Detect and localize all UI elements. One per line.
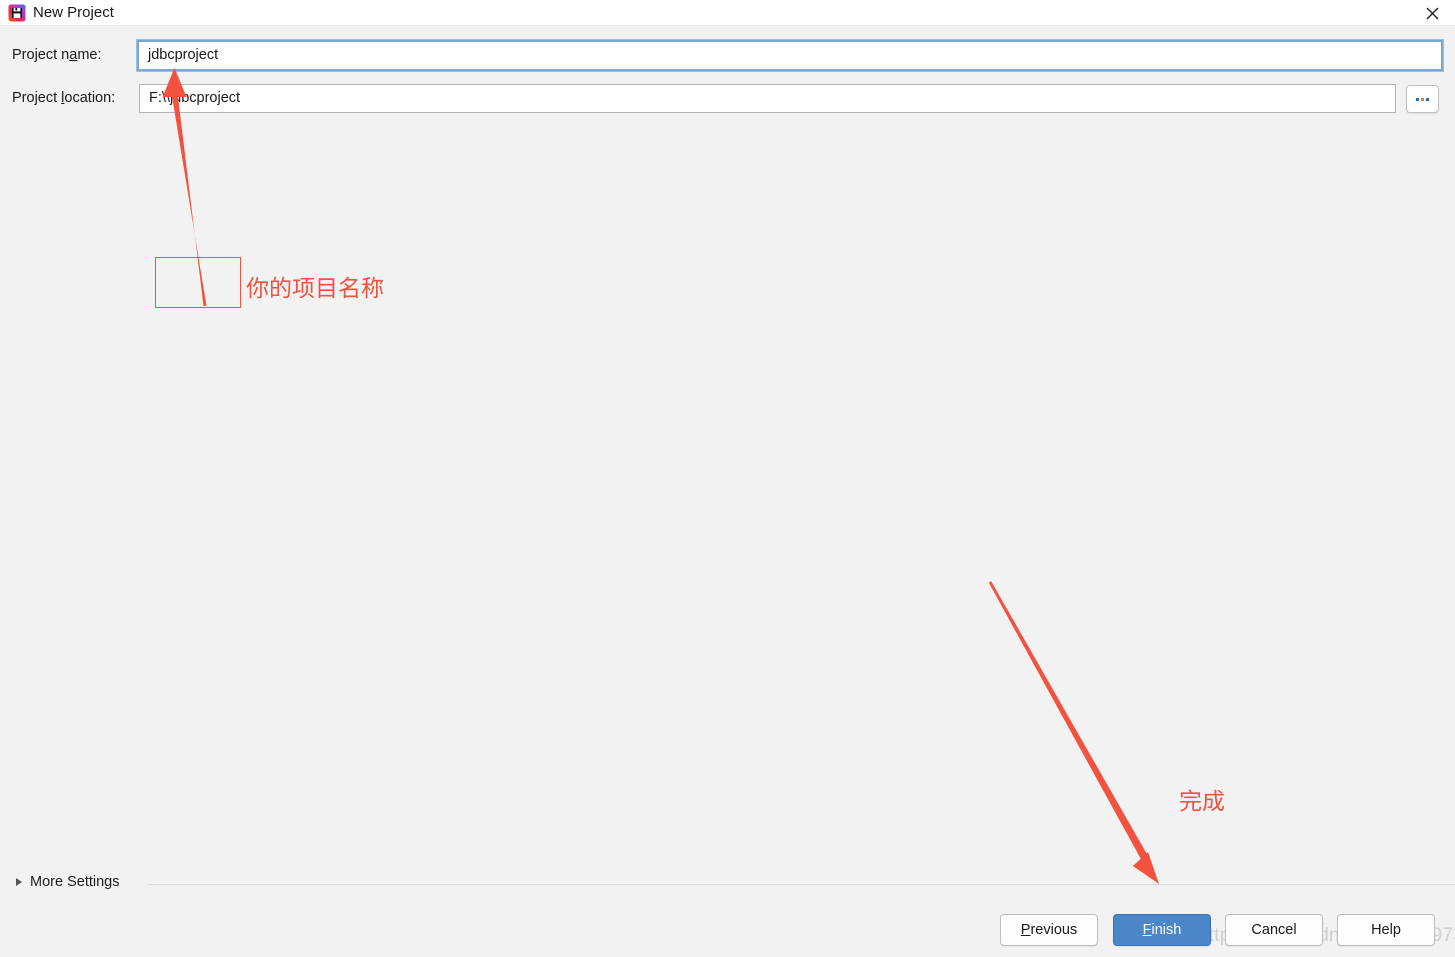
- more-settings-label-suffix: Settings: [63, 874, 120, 890]
- more-settings-expander[interactable]: More Settings: [16, 874, 119, 890]
- window-title: New Project: [33, 4, 114, 21]
- cancel-button-label: Cancel: [1251, 922, 1297, 938]
- ellipsis-icon-dot-2: [1421, 97, 1424, 101]
- finish-button[interactable]: Finish: [1113, 914, 1211, 946]
- project-location-label: Project location:: [12, 90, 115, 106]
- close-icon[interactable]: [1409, 0, 1455, 26]
- browse-button[interactable]: [1406, 85, 1439, 113]
- titlebar: New Project: [0, 0, 1455, 26]
- project-name-label-prefix: Project n: [12, 47, 70, 63]
- previous-button[interactable]: Previous: [1000, 914, 1098, 946]
- new-project-dialog: New Project Project name: jdbcproject Pr…: [0, 0, 1455, 957]
- finish-button-mnemonic: F: [1142, 922, 1152, 938]
- annotation-rectangle: [155, 257, 241, 308]
- annotation-arrow-down-head: [1133, 852, 1159, 884]
- intellij-idea-icon: [8, 4, 26, 22]
- help-button-label: Help: [1371, 922, 1401, 938]
- annotation-finish-text: 完成: [1179, 789, 1225, 815]
- previous-button-label: revious: [1030, 922, 1078, 938]
- more-settings-label: More Settings: [30, 874, 119, 890]
- project-location-label-prefix: Project: [12, 90, 62, 106]
- annotation-project-name-text: 你的项目名称: [246, 276, 384, 302]
- annotation-arrow-down: [989, 581, 1148, 861]
- project-location-label-suffix: ocation:: [64, 90, 116, 106]
- annotation-arrows: [162, 68, 1159, 884]
- project-name-label: Project name:: [12, 47, 101, 63]
- cancel-button[interactable]: Cancel: [1225, 914, 1323, 946]
- more-settings-label-mnemonic: e: [54, 874, 64, 890]
- finish-button-label: inish: [1151, 922, 1182, 938]
- chevron-right-icon: [16, 878, 22, 886]
- ellipsis-icon-dot-3: [1426, 97, 1429, 101]
- project-location-input[interactable]: F:\\jdbcproject: [139, 84, 1396, 113]
- project-name-input[interactable]: jdbcproject: [136, 39, 1444, 72]
- help-button[interactable]: Help: [1337, 914, 1435, 946]
- more-settings-label-prefix: Mor: [30, 874, 55, 890]
- more-settings-separator: [148, 884, 1455, 885]
- project-name-label-suffix: me:: [77, 47, 102, 63]
- ellipsis-icon-dot-1: [1416, 97, 1419, 101]
- previous-button-mnemonic: P: [1020, 922, 1031, 938]
